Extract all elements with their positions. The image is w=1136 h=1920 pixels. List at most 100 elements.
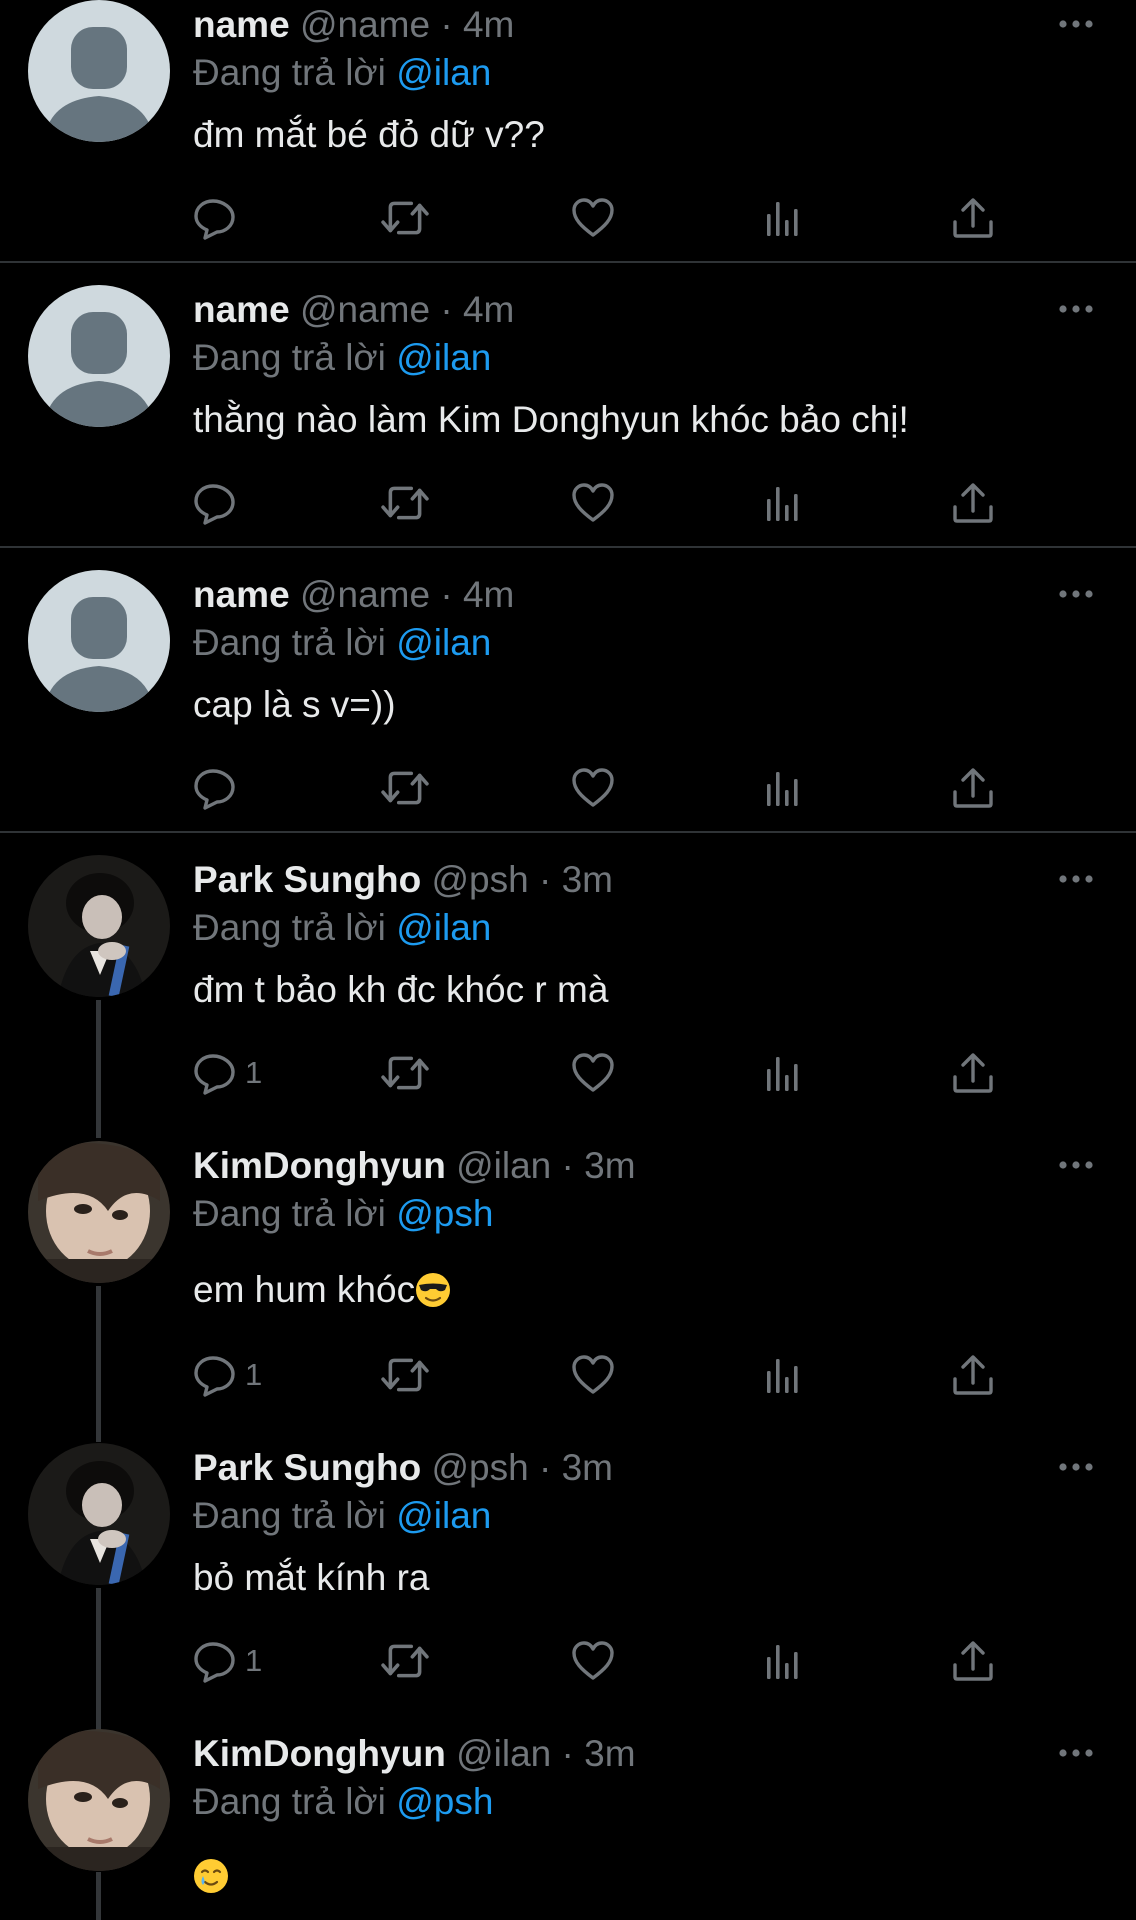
more-icon[interactable] <box>1056 1743 1096 1763</box>
tweet-header: name @name · 4m <box>193 572 514 618</box>
tweet-text-container: em hum khóc <box>193 1267 451 1313</box>
avatar[interactable] <box>28 285 170 427</box>
views-button[interactable] <box>763 1047 803 1099</box>
share-button[interactable] <box>951 1635 995 1687</box>
handle[interactable]: @name <box>300 4 430 45</box>
handle[interactable]: @psh <box>431 1447 528 1488</box>
display-name[interactable]: KimDonghyun <box>193 1733 446 1774</box>
reply-button[interactable]: 1 <box>193 1047 262 1099</box>
avatar[interactable] <box>28 0 170 142</box>
more-icon[interactable] <box>1056 1457 1096 1477</box>
tweet[interactable]: name @name · 4m Đang trả lời @ilan cap l… <box>0 570 1136 830</box>
retweet-button[interactable] <box>379 192 431 244</box>
reply-button[interactable] <box>193 762 245 814</box>
tweet[interactable]: Park Sungho @psh · 3m Đang trả lời @ilan… <box>0 855 1136 1125</box>
timestamp[interactable]: 3m <box>562 1447 613 1488</box>
mention-link[interactable]: @psh <box>396 1193 493 1234</box>
avatar[interactable] <box>28 855 170 997</box>
timestamp[interactable]: 3m <box>584 1145 635 1186</box>
retweet-button[interactable] <box>379 1635 431 1687</box>
timestamp[interactable]: 4m <box>463 289 514 330</box>
views-icon <box>763 1641 803 1681</box>
handle[interactable]: @ilan <box>456 1145 551 1186</box>
tweet-header: name @name · 4m <box>193 2 514 48</box>
timestamp[interactable]: 3m <box>584 1733 635 1774</box>
like-button[interactable] <box>571 477 615 529</box>
retweet-button[interactable] <box>379 762 431 814</box>
mention-link[interactable]: @psh <box>396 1781 493 1822</box>
reply-button[interactable]: 1 <box>193 1635 262 1687</box>
divider <box>0 261 1136 263</box>
tweet-header: KimDonghyun @ilan · 3m <box>193 1731 636 1777</box>
more-icon[interactable] <box>1056 869 1096 889</box>
like-button[interactable] <box>571 192 615 244</box>
display-name[interactable]: name <box>193 289 290 330</box>
mention-link[interactable]: @ilan <box>396 907 491 948</box>
timestamp[interactable]: 3m <box>562 859 613 900</box>
display-name[interactable]: name <box>193 574 290 615</box>
timestamp[interactable]: 4m <box>463 574 514 615</box>
display-name[interactable]: name <box>193 4 290 45</box>
views-button[interactable] <box>763 192 803 244</box>
like-button[interactable] <box>571 762 615 814</box>
tweet[interactable]: KimDonghyun @ilan · 3m Đang trả lời @psh <box>0 1729 1136 1920</box>
timestamp[interactable]: 4m <box>463 4 514 45</box>
retweet-button[interactable] <box>379 477 431 529</box>
share-button[interactable] <box>951 1047 995 1099</box>
avatar[interactable] <box>28 1443 170 1585</box>
reply-button[interactable] <box>193 477 245 529</box>
handle[interactable]: @ilan <box>456 1733 551 1774</box>
tweet-text: thằng nào làm Kim Donghyun khóc bảo chị! <box>193 399 909 440</box>
views-button[interactable] <box>763 477 803 529</box>
share-button[interactable] <box>951 1349 995 1401</box>
reply-icon <box>193 1051 237 1095</box>
heart-icon <box>571 766 615 810</box>
share-button[interactable] <box>951 762 995 814</box>
share-icon <box>951 1639 995 1683</box>
more-icon[interactable] <box>1056 299 1096 319</box>
tweet[interactable]: name @name · 4m Đang trả lời @ilan đm mắ… <box>0 0 1136 260</box>
display-name[interactable]: Park Sungho <box>193 859 421 900</box>
sunglasses-emoji <box>415 1272 451 1308</box>
like-button[interactable] <box>571 1635 615 1687</box>
more-icon[interactable] <box>1056 1155 1096 1175</box>
reply-prefix: Đang trả lời <box>193 907 386 948</box>
avatar[interactable] <box>28 1729 170 1871</box>
action-bar: 1 <box>193 1349 993 1401</box>
display-name[interactable]: KimDonghyun <box>193 1145 446 1186</box>
tweet[interactable]: Park Sungho @psh · 3m Đang trả lời @ilan… <box>0 1443 1136 1713</box>
reply-button[interactable] <box>193 192 245 244</box>
tweet[interactable]: name @name · 4m Đang trả lời @ilan thằng… <box>0 285 1136 545</box>
handle[interactable]: @name <box>300 289 430 330</box>
like-button[interactable] <box>571 1349 615 1401</box>
share-icon <box>951 196 995 240</box>
reply-icon <box>193 481 237 525</box>
mention-link[interactable]: @ilan <box>396 622 491 663</box>
action-bar: 1 <box>193 1635 993 1687</box>
handle[interactable]: @name <box>300 574 430 615</box>
tweet[interactable]: KimDonghyun @ilan · 3m Đang trả lời @psh… <box>0 1141 1136 1431</box>
reply-prefix: Đang trả lời <box>193 1495 386 1536</box>
mention-link[interactable]: @ilan <box>396 52 491 93</box>
share-button[interactable] <box>951 192 995 244</box>
retweet-button[interactable] <box>379 1047 431 1099</box>
separator-dot: · <box>538 859 552 900</box>
more-icon[interactable] <box>1056 14 1096 34</box>
views-button[interactable] <box>763 762 803 814</box>
share-button[interactable] <box>951 477 995 529</box>
more-icon[interactable] <box>1056 584 1096 604</box>
display-name[interactable]: Park Sungho <box>193 1447 421 1488</box>
avatar[interactable] <box>28 570 170 712</box>
retweet-button[interactable] <box>379 1349 431 1401</box>
views-button[interactable] <box>763 1635 803 1687</box>
retweet-icon <box>379 765 431 811</box>
views-button[interactable] <box>763 1349 803 1401</box>
avatar[interactable] <box>28 1141 170 1283</box>
like-button[interactable] <box>571 1047 615 1099</box>
mention-link[interactable]: @ilan <box>396 337 491 378</box>
mention-link[interactable]: @ilan <box>396 1495 491 1536</box>
tweet-header: KimDonghyun @ilan · 3m <box>193 1143 636 1189</box>
handle[interactable]: @psh <box>431 859 528 900</box>
reply-button[interactable]: 1 <box>193 1349 262 1401</box>
separator-dot: · <box>440 4 453 45</box>
